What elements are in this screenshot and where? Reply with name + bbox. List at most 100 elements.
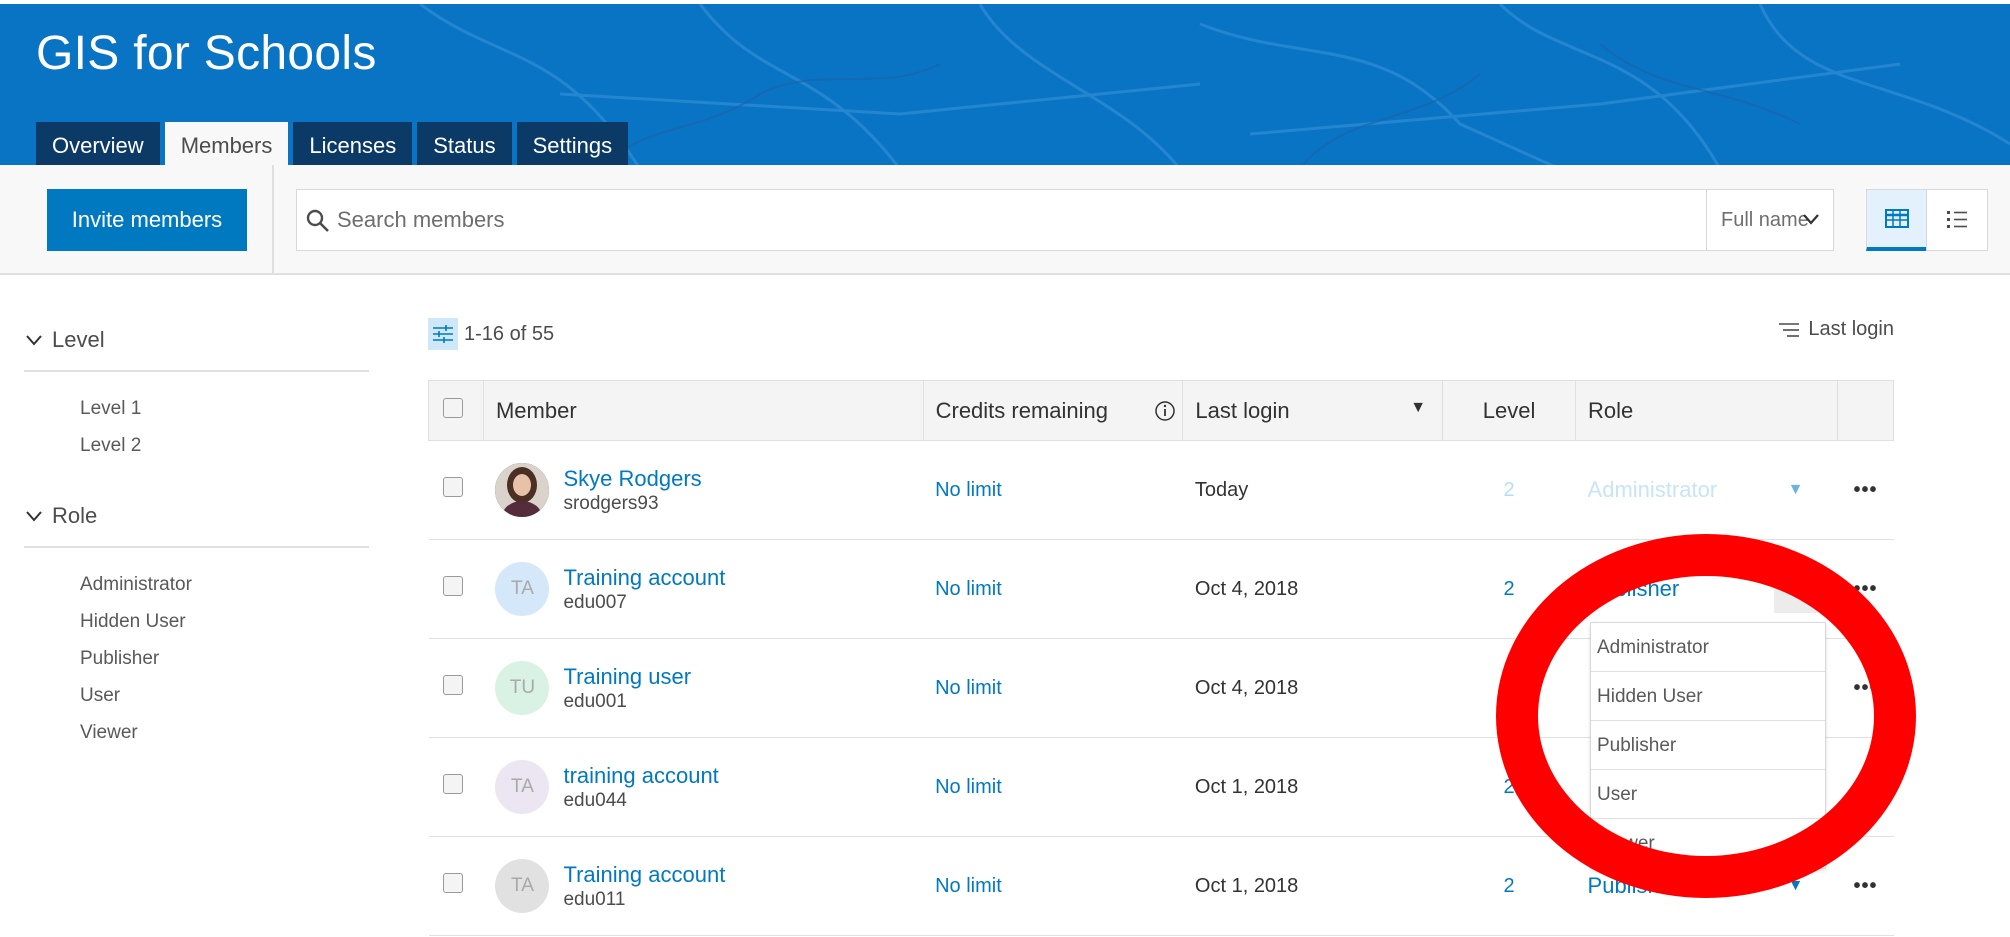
chevron-down-icon bbox=[1803, 214, 1819, 225]
tab-overview[interactable]: Overview bbox=[36, 122, 160, 165]
site-header: GIS for Schools Overview Members License… bbox=[0, 0, 2010, 165]
search-icon bbox=[306, 209, 329, 232]
header-last-login-sortable[interactable]: Last login ▼ bbox=[1182, 380, 1444, 441]
filter-role-publisher[interactable]: Publisher bbox=[80, 640, 369, 677]
header-level: Level bbox=[1482, 397, 1536, 423]
dropdown-arrow-icon: ▼ bbox=[1787, 481, 1804, 498]
result-count: 1-16 of 55 bbox=[464, 322, 555, 345]
toolbar-divider bbox=[272, 165, 274, 275]
table-header-row: Member Credits remaining Last login ▼ Le… bbox=[428, 380, 1894, 441]
search-box bbox=[296, 189, 1708, 251]
row-checkbox[interactable] bbox=[442, 675, 463, 695]
search-input[interactable] bbox=[337, 190, 1697, 250]
credits-link[interactable]: No limit bbox=[935, 677, 1002, 699]
search-field-select[interactable]: Full name bbox=[1706, 189, 1834, 251]
credits-link[interactable]: No limit bbox=[935, 875, 1002, 897]
role-value: Administrator bbox=[1587, 477, 1718, 502]
level-value: 2 bbox=[1503, 577, 1515, 600]
role-option-publisher[interactable]: Publisher bbox=[1591, 721, 1825, 770]
list-view-button[interactable] bbox=[1926, 189, 1988, 251]
level-value: 2 bbox=[1503, 874, 1515, 897]
avatar: TA bbox=[495, 859, 550, 913]
list-view-icon bbox=[1947, 211, 1967, 228]
info-icon[interactable] bbox=[1154, 400, 1176, 422]
table-view-icon bbox=[1885, 209, 1909, 228]
member-name-link[interactable]: Skye Rodgers bbox=[563, 465, 701, 492]
facet-level-header[interactable]: Level bbox=[24, 310, 369, 372]
member-name-link[interactable]: Training account bbox=[563, 861, 725, 888]
chevron-down-icon bbox=[26, 511, 42, 522]
header-member: Member bbox=[495, 397, 577, 423]
member-username: edu044 bbox=[563, 789, 627, 811]
facet-role-header[interactable]: Role bbox=[24, 486, 369, 548]
member-cell: TA Training account edu011 bbox=[495, 859, 923, 913]
avatar: TU bbox=[495, 661, 550, 715]
role-option-user[interactable]: User bbox=[1591, 770, 1825, 819]
filter-toggle-icon[interactable] bbox=[428, 318, 458, 350]
last-login: Oct 4, 2018 bbox=[1194, 676, 1299, 699]
role-select[interactable]: Publisher ▼ bbox=[1588, 862, 1818, 910]
filter-level-1[interactable]: Level 1 bbox=[80, 390, 369, 427]
role-select[interactable]: Publisher ▼ bbox=[1588, 565, 1818, 613]
more-options-button[interactable]: ••• bbox=[1837, 638, 1894, 738]
member-name-link[interactable]: training account bbox=[563, 762, 718, 789]
member-username: edu011 bbox=[563, 888, 626, 910]
row-checkbox[interactable] bbox=[442, 477, 463, 497]
more-options-button[interactable]: ••• bbox=[1837, 539, 1894, 639]
member-name-link[interactable]: Training account bbox=[563, 564, 725, 591]
more-options-button[interactable]: ••• bbox=[1837, 836, 1894, 936]
dropdown-arrow-icon[interactable]: ▼ bbox=[1774, 862, 1818, 910]
row-checkbox[interactable] bbox=[442, 774, 463, 794]
member-name-link[interactable]: Training user bbox=[563, 663, 691, 690]
level-value: 2 bbox=[1503, 676, 1515, 699]
credits-link[interactable]: No limit bbox=[935, 578, 1002, 600]
role-select-disabled: Administrator ▼ bbox=[1588, 466, 1818, 514]
member-cell: TU Training user edu001 bbox=[495, 661, 923, 715]
level-value: 2 bbox=[1503, 775, 1515, 798]
last-login: Oct 1, 2018 bbox=[1194, 874, 1299, 897]
avatar bbox=[495, 463, 550, 517]
facet-role-items: Administrator Hidden User Publisher User… bbox=[24, 548, 369, 773]
header-credits: Credits remaining bbox=[935, 397, 1109, 423]
member-cell: TA Training account edu007 bbox=[495, 562, 923, 616]
last-login: Oct 1, 2018 bbox=[1194, 775, 1299, 798]
role-option-hidden-user[interactable]: Hidden User bbox=[1591, 672, 1825, 721]
header-last-login: Last login bbox=[1195, 397, 1290, 423]
dropdown-arrow-icon[interactable]: ▼ bbox=[1773, 565, 1818, 613]
row-checkbox[interactable] bbox=[442, 873, 463, 893]
table-view-button[interactable] bbox=[1866, 189, 1928, 251]
credits-link[interactable]: No limit bbox=[935, 479, 1002, 501]
last-login: Today bbox=[1194, 478, 1249, 501]
role-option-administrator[interactable]: Administrator bbox=[1591, 623, 1825, 672]
role-dropdown-menu: Administrator Hidden User Publisher User… bbox=[1590, 622, 1826, 869]
filter-level-2[interactable]: Level 2 bbox=[80, 427, 369, 464]
tab-status[interactable]: Status bbox=[417, 122, 512, 165]
sort-icon bbox=[1779, 322, 1800, 337]
tab-members[interactable]: Members bbox=[164, 122, 289, 165]
invite-members-button[interactable]: Invite members bbox=[47, 189, 247, 251]
filter-role-user[interactable]: User bbox=[80, 677, 369, 714]
role-value: Publisher bbox=[1587, 576, 1680, 601]
facet-role-label: Role bbox=[52, 503, 98, 528]
result-count-bar: 1-16 of 55 bbox=[428, 318, 554, 350]
facet-level-items: Level 1 Level 2 bbox=[24, 372, 369, 486]
search-field-label: Full name bbox=[1721, 209, 1809, 231]
filter-role-viewer[interactable]: Viewer bbox=[80, 714, 369, 751]
filter-role-hidden-user[interactable]: Hidden User bbox=[80, 603, 369, 640]
tab-licenses[interactable]: Licenses bbox=[293, 122, 413, 165]
select-all-checkbox[interactable] bbox=[443, 397, 463, 418]
tab-settings[interactable]: Settings bbox=[516, 122, 629, 165]
avatar: TA bbox=[495, 760, 550, 814]
role-value: Publisher bbox=[1587, 873, 1680, 898]
filter-role-administrator[interactable]: Administrator bbox=[80, 566, 369, 603]
row-checkbox[interactable] bbox=[442, 576, 463, 596]
role-option-viewer[interactable]: Viewer bbox=[1591, 819, 1825, 868]
member-cell: Skye Rodgers srodgers93 bbox=[495, 463, 923, 517]
more-options-button[interactable]: ••• bbox=[1837, 737, 1894, 837]
header-role: Role bbox=[1588, 397, 1634, 423]
member-cell: TA training account edu044 bbox=[495, 760, 923, 814]
more-options-button[interactable]: ••• bbox=[1837, 440, 1894, 540]
sort-button[interactable]: Last login bbox=[1778, 318, 1894, 341]
member-username: edu007 bbox=[563, 591, 627, 613]
credits-link[interactable]: No limit bbox=[935, 776, 1002, 798]
